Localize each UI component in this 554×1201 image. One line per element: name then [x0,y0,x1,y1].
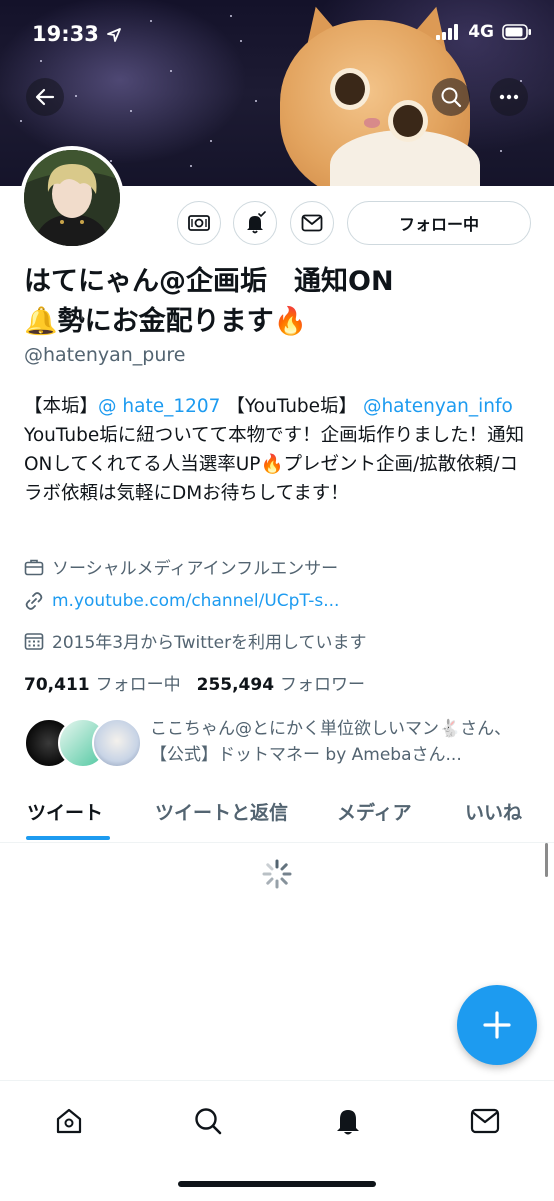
avatar [92,718,142,768]
bell-emoji-icon: 🔔 [24,306,58,337]
link-icon [25,592,43,610]
money-icon [188,215,210,231]
fire-emoji-icon: 🔥 [260,454,284,475]
calendar-icon [24,632,44,650]
avatar-photo [24,150,120,246]
nav-notifications[interactable] [328,1101,368,1141]
battery-icon [502,24,531,40]
nav-home[interactable] [49,1101,89,1141]
nav-messages[interactable] [465,1101,505,1141]
status-time: 19:33 [32,22,122,46]
profile-bio: 【本垢】@ hate_1207 【YouTube垢】 @hatenyan_inf… [24,396,525,504]
location-arrow-icon [107,28,122,42]
followers-stat[interactable]: 255,494 フォロワー [197,670,365,695]
display-name-line2: 勢にお金配ります [57,306,274,337]
profile-join-date: 2015年3月からTwitterを利用しています [24,628,367,653]
message-button[interactable] [290,201,334,245]
active-tab-indicator [26,836,110,840]
more-icon [499,94,519,100]
scrollbar[interactable] [545,843,548,877]
profile-stats: 70,411 フォロー中 255,494 フォロワー [24,670,365,695]
notifications-icon [337,1110,359,1135]
home-icon [56,1108,82,1134]
back-button[interactable] [26,78,64,116]
compose-tweet-button[interactable] [457,985,537,1065]
bell-check-icon [247,211,266,234]
profile-handle: @hatenyan_pure [24,344,186,366]
search-button[interactable] [432,78,470,116]
messages-icon [470,1108,500,1134]
tip-jar-button[interactable] [177,201,221,245]
bio-mention-link[interactable]: @hatenyan_info [363,396,513,417]
home-indicator[interactable] [178,1181,376,1187]
profile-category: ソーシャルメディアインフルエンサー [24,554,338,579]
profile-avatar[interactable] [20,146,124,250]
profile-website[interactable]: m.youtube.com/channel/UCpT-s... [24,591,339,611]
arrow-left-icon [35,88,55,106]
profile-tabs: ツイート ツイートと返信 メディア いいね [0,786,554,843]
envelope-icon [301,214,323,232]
loading-spinner-icon [262,859,292,889]
bio-mention-link[interactable]: @ hate_1207 [98,396,220,417]
briefcase-icon [24,559,44,575]
website-link[interactable]: m.youtube.com/channel/UCpT-s... [52,591,339,611]
fire-emoji-icon: 🔥 [273,306,308,337]
signal-icon [436,24,459,40]
following-stat[interactable]: 70,411 フォロー中 [24,670,181,695]
nav-search[interactable] [188,1101,228,1141]
display-name-line1: はてにゃん@企画垢 通知ON [24,266,394,297]
tab-likes[interactable]: いいね [465,798,522,825]
notifications-on-button[interactable] [233,201,277,245]
tab-media[interactable]: メディア [337,798,412,825]
tab-tweets[interactable]: ツイート [27,798,103,825]
followed-by-avatars[interactable] [24,718,142,768]
following-button[interactable]: フォロー中 [347,201,531,245]
tab-tweets-and-replies[interactable]: ツイートと返信 [155,798,288,825]
plus-icon [483,1011,511,1039]
search-icon [441,87,462,108]
more-options-button[interactable] [490,78,528,116]
status-indicators: 4G [436,22,532,42]
network-label: 4G [468,22,494,42]
followed-by-text[interactable]: ここちゃん@とにかく単位欲しいマン🐇さん、【公式】ドットマネー by Ameba… [150,716,536,768]
search-icon [195,1108,222,1135]
profile-display-name: はてにゃん@企画垢 通知ON 🔔勢にお金配ります🔥 [24,262,524,342]
